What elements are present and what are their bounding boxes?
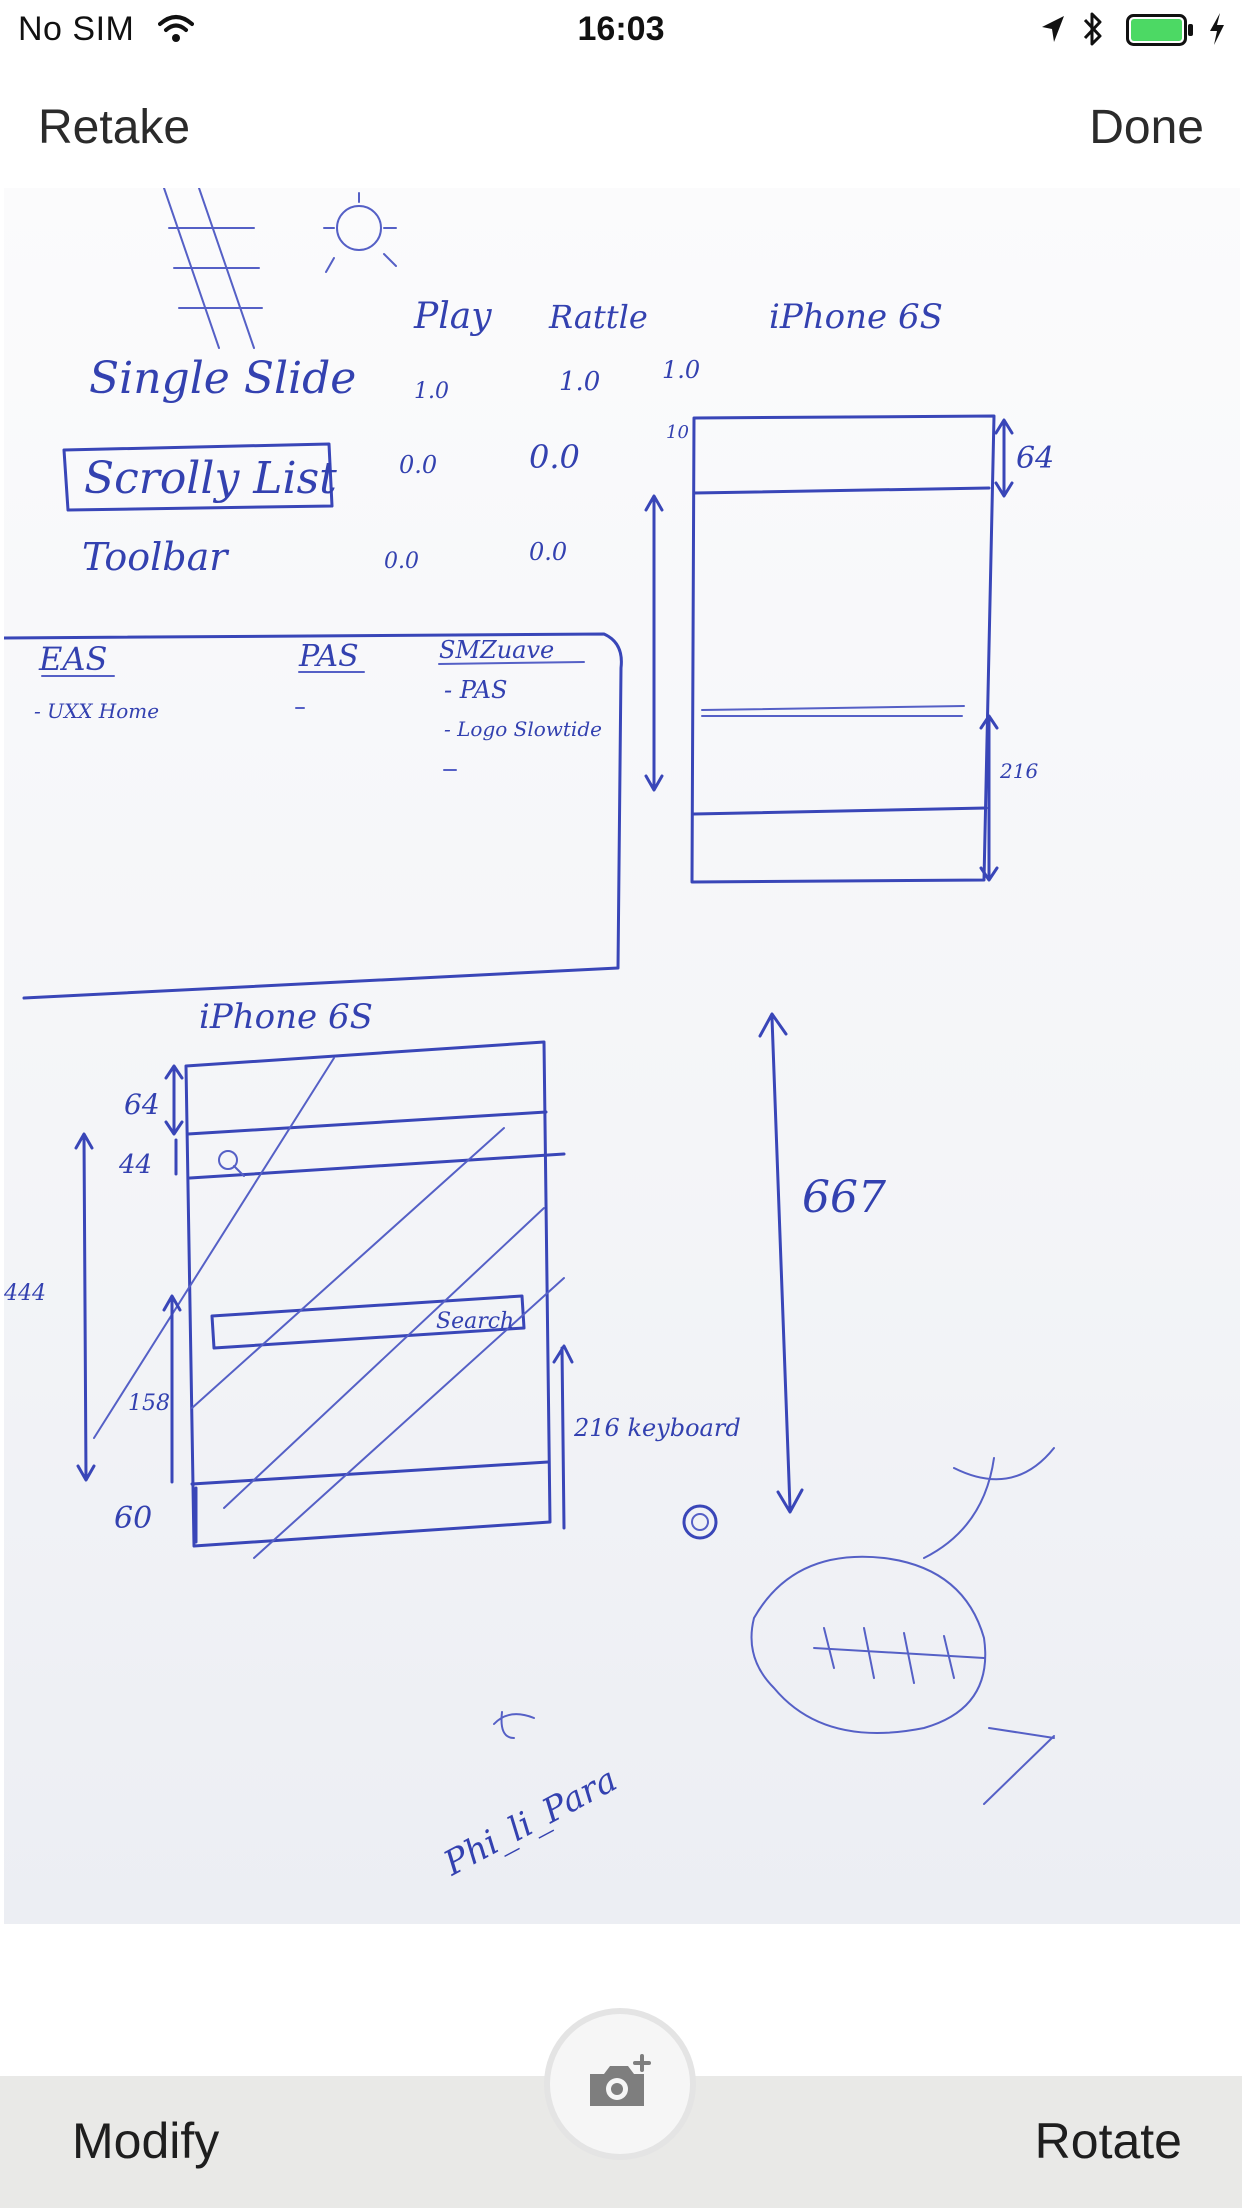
retake-button[interactable]: Retake — [38, 100, 190, 155]
sketch-v6: 0.0 — [384, 549, 419, 574]
camera-add-icon — [590, 2054, 651, 2106]
battery-icon — [1126, 14, 1193, 46]
sketch-smeuave: SMZuave — [439, 636, 554, 664]
camera-button[interactable] — [550, 2014, 690, 2154]
sketch-single-slide: Single Slide — [89, 353, 356, 404]
sketch-arrow-667 — [758, 1012, 804, 1514]
sketch-iphone-bottom: iPhone 6S — [199, 997, 373, 1037]
sketch-n44: 44 — [118, 1150, 152, 1180]
captured-photo: Play Rattle iPhone 6S Single Slide 1.0 1… — [4, 188, 1240, 1924]
sketch-n444: 444 — [4, 1281, 46, 1306]
sketch-n64b: 64 — [124, 1088, 160, 1121]
sketch-n158: 158 — [128, 1391, 170, 1416]
sketch-phone-right — [644, 414, 1014, 884]
rotate-button[interactable]: Rotate — [1035, 2112, 1182, 2170]
bluetooth-icon — [1083, 12, 1102, 46]
sketch-n64a: 64 — [1016, 441, 1054, 476]
charging-bolt-icon — [1210, 13, 1224, 45]
sketch-eas: EAS — [38, 640, 107, 678]
status-bar: No SIM 16:03 — [0, 0, 1242, 60]
sketch-n667: 667 — [802, 1172, 886, 1223]
sketch-box-eas — [4, 632, 623, 1000]
sketch-scrolling-list: Scrolly List — [84, 453, 337, 504]
sketch-drawing: Play Rattle iPhone 6S Single Slide 1.0 1… — [4, 188, 1055, 1885]
sketch-search: Search — [436, 1309, 514, 1334]
sketch-v5: 0.0 — [529, 438, 580, 476]
sketch-n60: 60 — [114, 1501, 152, 1536]
sketch-pas2: - PAS — [444, 676, 507, 704]
location-arrow-icon — [1042, 16, 1064, 42]
sketch-logo: - Logo Slowtide — [444, 717, 602, 741]
sketch-pas: PAS — [298, 639, 359, 674]
sketch-v2: 1.0 — [559, 367, 600, 397]
sketch-v7: 0.0 — [529, 538, 567, 566]
sketch-doodle — [163, 188, 397, 349]
modify-button[interactable]: Modify — [72, 2112, 219, 2170]
sketch-signature: Phi_li_Para — [437, 1760, 624, 1885]
sketch-uxx: - UXX Home — [34, 699, 159, 723]
sketch-play: Play — [413, 296, 492, 337]
sketch-n10: 10 — [666, 422, 689, 443]
sketch-toolbar: Toolbar — [82, 535, 230, 579]
done-button[interactable]: Done — [1089, 100, 1204, 155]
sketch-doodle-bottom — [493, 1447, 1055, 1805]
sketch-rattle: Rattle — [548, 298, 648, 336]
sketch-v1: 1.0 — [414, 379, 449, 404]
sketch-n216a: 216 — [999, 759, 1038, 783]
sketch-iphone-top: iPhone 6S — [769, 297, 943, 337]
sketch-v3: 1.0 — [662, 356, 700, 384]
sketch-n216b: 216 keyboard — [573, 1414, 741, 1442]
sketch-v4: 0.0 — [399, 451, 437, 479]
